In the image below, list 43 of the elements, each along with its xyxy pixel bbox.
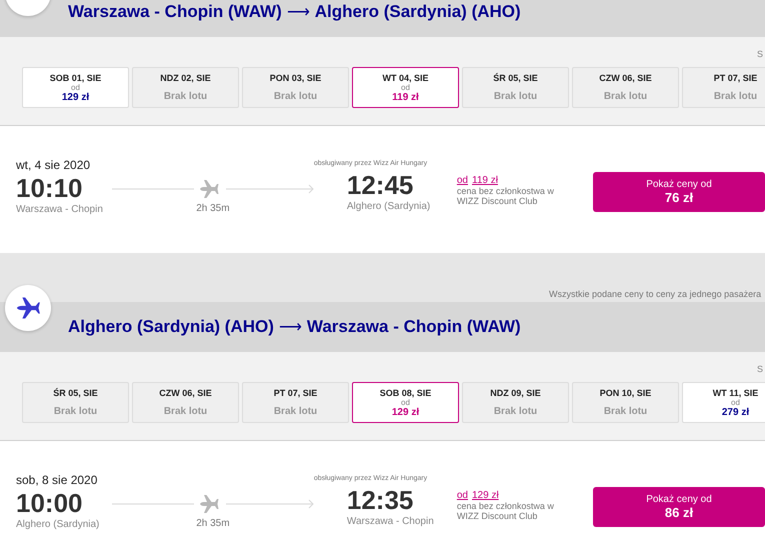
destination-airport: Warszawa - Chopin (WAW)	[306, 317, 521, 337]
show-prices-button[interactable]: Pokaż ceny od 76 zł	[593, 172, 765, 212]
date-tab[interactable]: CZW 06, SIE Brak lotu	[132, 382, 239, 423]
flight-duration: 2h 35m	[196, 203, 230, 214]
date-tab[interactable]: PT 07, SIE Brak lotu	[242, 382, 349, 423]
route-arrow: ⟶	[278, 318, 302, 337]
arrival-airport: Alghero (Sardynia)	[346, 201, 432, 212]
date-tab[interactable]: PT 07, SIE Brak lotu	[682, 67, 765, 108]
departure-time: 10:00	[16, 487, 84, 519]
arrival-time: 12:35	[346, 484, 414, 516]
date-tab[interactable]: CZW 06, SIE Brak lotu	[572, 67, 679, 108]
departure-time: 10:10	[16, 172, 84, 204]
date-tab[interactable]: NDZ 02, SIE Brak lotu	[132, 67, 239, 108]
date-tab[interactable]: ŚR 05, SIE Brak lotu	[462, 67, 569, 108]
date-tab[interactable]: ŚR 05, SIE Brak lotu	[22, 382, 129, 423]
date-tab[interactable]: PON 03, SIE Brak lotu	[242, 67, 349, 108]
price-notice: Wszystkie podane ceny to ceny za jednego pasażera	[549, 289, 762, 299]
show-prices-button[interactable]: Pokaż ceny od 86 zł	[593, 487, 765, 527]
flight-date: sob, 8 sie 2020	[16, 473, 98, 487]
arrival-airport: Warszawa - Chopin	[346, 516, 435, 527]
date-tab[interactable]: NDZ 09, SIE Brak lotu	[462, 382, 569, 423]
price-link[interactable]: 119 zł	[472, 175, 498, 186]
date-tab[interactable]: SOB 01, SIE od 129 zł	[22, 67, 129, 108]
price-from-link[interactable]: od	[456, 175, 468, 186]
membership-note: cena bez członkostwa w WIZZ Discount Club	[456, 186, 555, 206]
price-from-link[interactable]: od	[456, 490, 468, 501]
origin-airport: Warszawa - Chopin (WAW)	[68, 2, 282, 22]
arrival-time: 12:45	[346, 169, 414, 201]
price-link[interactable]: 129 zł	[472, 490, 499, 501]
departure-airport: Alghero (Sardynia)	[16, 519, 100, 530]
edge-text: S	[756, 364, 763, 374]
edge-text: S	[756, 49, 763, 59]
date-tab[interactable]: WT 11, SIE od 279 zł	[682, 382, 765, 423]
route-arrow: ⟶	[286, 3, 310, 22]
destination-airport: Alghero (Sardynia) (AHO)	[314, 2, 521, 22]
date-tab[interactable]: PON 10, SIE Brak lotu	[572, 382, 679, 423]
flight-date: wt, 4 sie 2020	[16, 158, 92, 172]
departure-airport: Warszawa - Chopin	[16, 204, 104, 215]
date-tab[interactable]: SOB 08, SIE od 129 zł	[352, 382, 459, 423]
date-tab[interactable]: WT 04, SIE od 119 zł	[352, 67, 459, 108]
membership-note: cena bez członkostwa w WIZZ Discount Club	[456, 501, 555, 521]
origin-airport: Alghero (Sardynia) (AHO)	[68, 317, 274, 337]
flight-duration: 2h 35m	[196, 518, 230, 529]
